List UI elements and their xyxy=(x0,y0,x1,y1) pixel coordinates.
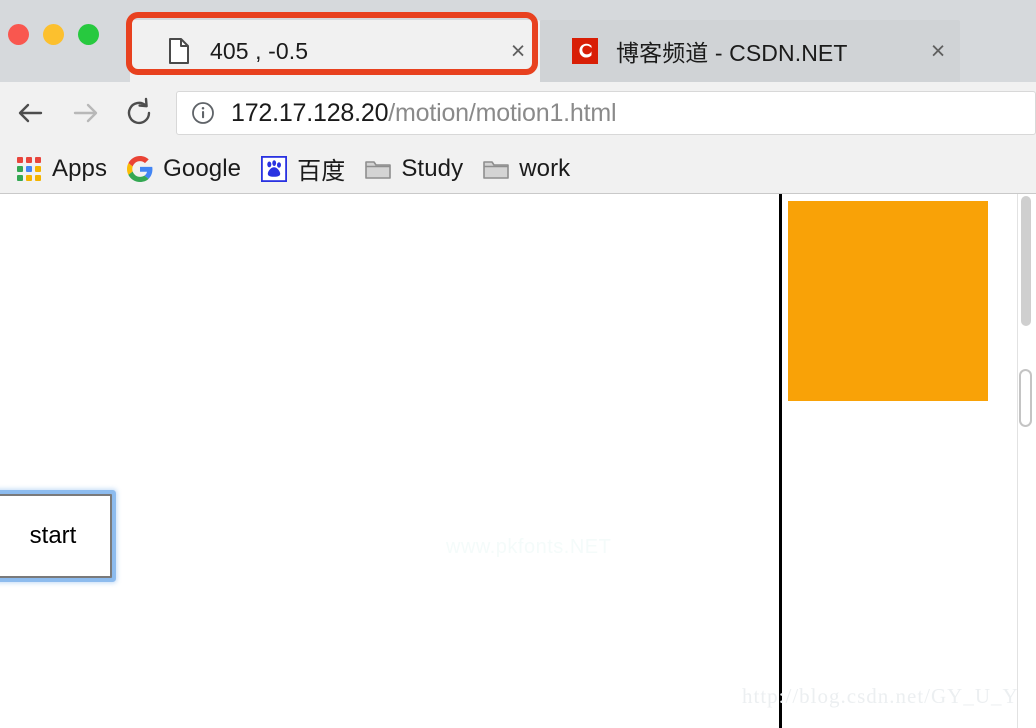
bookmark-work[interactable]: work xyxy=(473,150,580,188)
start-button-container: start xyxy=(0,494,112,578)
browser-window: 405 , -0.5 × 博客频道 - CSDN.NET × 172.17.12… xyxy=(0,0,1036,728)
vertical-divider-line xyxy=(779,194,782,728)
bookmark-google[interactable]: Google xyxy=(117,150,251,188)
bookmark-label: 百度 xyxy=(297,158,346,185)
bookmark-label: Study xyxy=(401,154,464,182)
browser-toolbar: 172.17.128.20/motion/motion1.html xyxy=(0,82,1036,144)
tab-title: 博客频道 - CSDN.NET xyxy=(616,40,848,66)
close-icon[interactable]: × xyxy=(924,37,952,65)
maximize-window-button[interactable] xyxy=(78,24,99,45)
page-icon xyxy=(166,37,192,65)
bookmark-baidu[interactable]: 百度 xyxy=(251,150,355,188)
tab-csdn[interactable]: 博客频道 - CSDN.NET × xyxy=(540,20,960,82)
folder-icon xyxy=(365,156,392,182)
bookmark-label: Apps xyxy=(52,154,108,182)
baidu-paw-icon xyxy=(261,155,288,182)
tab-title: 405 , -0.5 xyxy=(210,37,309,64)
window-controls xyxy=(8,24,99,45)
forward-button[interactable] xyxy=(58,86,112,140)
orange-animation-block xyxy=(788,201,988,401)
bookmarks-bar: Apps Google 百度 Study work xyxy=(0,144,1036,194)
start-button[interactable]: start xyxy=(0,494,112,578)
close-icon[interactable]: × xyxy=(504,37,532,65)
bookmark-label: work xyxy=(519,154,571,182)
google-g-icon xyxy=(127,155,153,182)
scrollbar-thumb-secondary[interactable] xyxy=(1019,369,1032,427)
back-button[interactable] xyxy=(4,86,58,140)
close-window-button[interactable] xyxy=(8,24,29,45)
bookmark-study[interactable]: Study xyxy=(355,150,473,188)
reload-button[interactable] xyxy=(112,86,166,140)
blog-url-watermark: http://blog.csdn.net/GY_U_YG xyxy=(742,684,1018,708)
page-content: www.pkfonts.NET start http://blog.csdn.n… xyxy=(0,194,1018,728)
address-bar[interactable]: 172.17.128.20/motion/motion1.html xyxy=(176,91,1036,135)
minimize-window-button[interactable] xyxy=(43,24,64,45)
center-watermark: www.pkfonts.NET xyxy=(446,536,612,558)
scrollbar-track[interactable] xyxy=(1019,194,1033,728)
tab-strip: 405 , -0.5 × 博客频道 - CSDN.NET × xyxy=(0,0,1036,82)
info-circle-icon[interactable] xyxy=(191,101,215,125)
tab-motion1[interactable]: 405 , -0.5 × xyxy=(130,20,540,82)
vertical-scrollbar[interactable] xyxy=(1017,194,1036,728)
folder-icon xyxy=(483,156,509,182)
bookmark-apps[interactable]: Apps xyxy=(6,150,117,188)
url-path: /motion/motion1.html xyxy=(388,98,617,127)
page-viewport: www.pkfonts.NET start http://blog.csdn.n… xyxy=(0,194,1036,728)
csdn-logo-icon xyxy=(572,37,598,65)
bookmark-label: Google xyxy=(163,154,242,182)
address-bar-text: 172.17.128.20/motion/motion1.html xyxy=(231,99,616,128)
scrollbar-thumb[interactable] xyxy=(1021,196,1031,326)
url-host: 172.17.128.20 xyxy=(231,98,389,127)
tabs-row: 405 , -0.5 × 博客频道 - CSDN.NET × xyxy=(130,14,960,82)
apps-grid-icon xyxy=(16,156,42,182)
